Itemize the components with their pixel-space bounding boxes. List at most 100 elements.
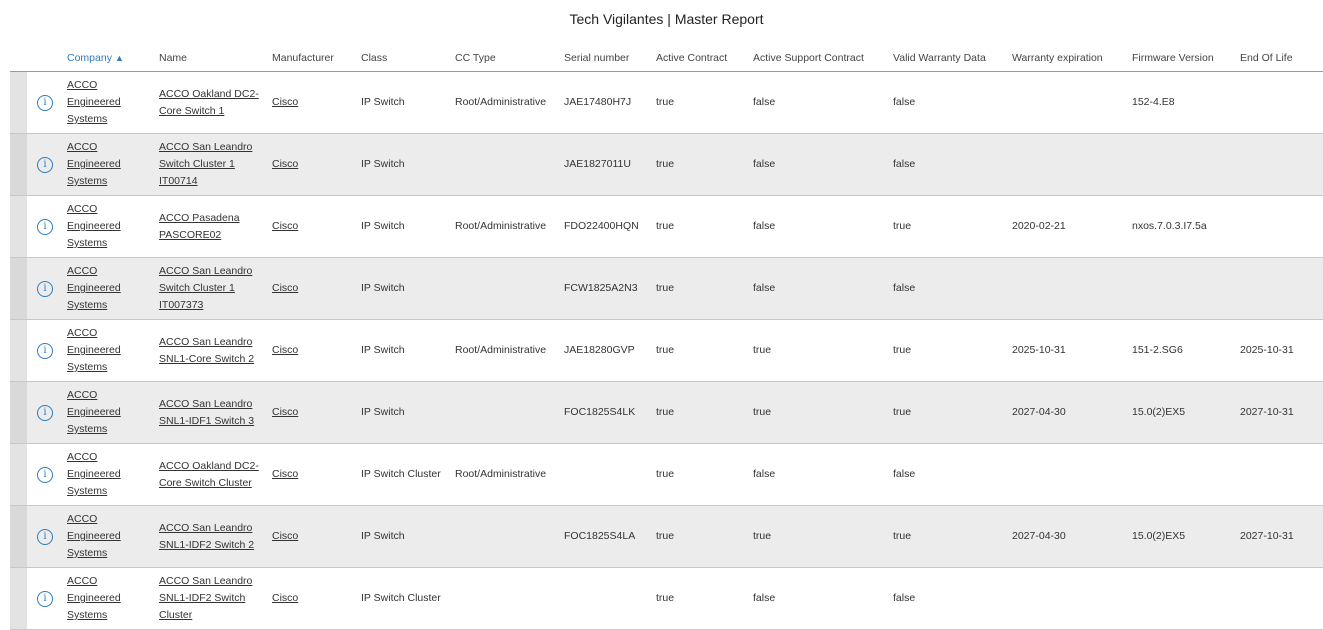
manufacturer-link[interactable]: Cisco bbox=[272, 592, 298, 604]
device-name-line: Switch Cluster 1 bbox=[159, 282, 235, 294]
device-name-link[interactable]: ACCO San Leandro Switch Cluster 1 IT00714 bbox=[159, 139, 272, 190]
device-name-link[interactable]: ACCO San Leandro SNL1-IDF2 Switch Cluster bbox=[159, 573, 272, 624]
manufacturer-link[interactable]: Cisco bbox=[272, 158, 298, 170]
info-circle-icon[interactable]: i bbox=[37, 529, 53, 545]
column-header-active-support-contract[interactable]: Active Support Contract bbox=[753, 44, 893, 72]
company-cell: ACCO Engineered Systems bbox=[67, 257, 159, 320]
info-cell: i bbox=[27, 381, 67, 444]
column-header-cc-type[interactable]: CC Type bbox=[455, 44, 564, 72]
serial-number-cell bbox=[564, 567, 656, 630]
manufacturer-link[interactable]: Cisco bbox=[272, 282, 298, 294]
table-row: i ACCO Engineered Systems ACCO Oakland DC2- C… bbox=[10, 443, 1323, 506]
device-name-link[interactable]: ACCO Oakland DC2- Core Switch 1 bbox=[159, 86, 272, 120]
manufacturer-link[interactable]: Cisco bbox=[272, 220, 298, 232]
firmware-version-cell: 151-2.SG6 bbox=[1132, 319, 1240, 382]
company-link-line: ACCO bbox=[67, 451, 98, 463]
manufacturer-link[interactable]: Cisco bbox=[272, 530, 298, 542]
company-link[interactable]: ACCO Engineered Systems bbox=[67, 449, 159, 500]
manufacturer-link[interactable]: Cisco bbox=[272, 96, 298, 108]
active-support-contract-cell: false bbox=[753, 195, 893, 258]
device-name-link[interactable]: ACCO Oakland DC2- Core Switch Cluster bbox=[159, 458, 272, 492]
name-cell: ACCO Oakland DC2- Core Switch Cluster bbox=[159, 443, 272, 506]
firmware-version-cell: 152-4.E8 bbox=[1132, 71, 1240, 134]
device-name-link[interactable]: ACCO San Leandro SNL1-IDF2 Switch 2 bbox=[159, 520, 272, 554]
column-header-serial-number[interactable]: Serial number bbox=[564, 44, 656, 72]
info-cell: i bbox=[27, 567, 67, 630]
column-header-end-of-life[interactable]: End Of Life bbox=[1240, 44, 1323, 72]
serial-number-cell: FOC1825S4LA bbox=[564, 505, 656, 568]
company-cell: ACCO Engineered Systems bbox=[67, 319, 159, 382]
warranty-expiration-cell bbox=[1012, 443, 1132, 506]
end-of-life-cell bbox=[1240, 133, 1323, 196]
column-header-firmware-version[interactable]: Firmware Version bbox=[1132, 44, 1240, 72]
company-link[interactable]: ACCO Engineered Systems bbox=[67, 511, 159, 562]
column-header-active-contract[interactable]: Active Contract bbox=[656, 44, 753, 72]
company-cell: ACCO Engineered Systems bbox=[67, 505, 159, 568]
company-link-line: ACCO bbox=[67, 265, 98, 277]
class-cell: IP Switch Cluster bbox=[361, 443, 455, 506]
company-link[interactable]: ACCO Engineered Systems bbox=[67, 263, 159, 314]
info-cell: i bbox=[27, 319, 67, 382]
device-name-link[interactable]: ACCO San Leandro Switch Cluster 1 IT007373 bbox=[159, 263, 272, 314]
row-stripe bbox=[10, 381, 27, 444]
serial-number-cell: FOC1825S4LK bbox=[564, 381, 656, 444]
valid-warranty-cell: false bbox=[893, 443, 1012, 506]
warranty-expiration-cell: 2020-02-21 bbox=[1012, 195, 1132, 258]
device-name-link[interactable]: ACCO San Leandro SNL1-IDF1 Switch 3 bbox=[159, 396, 272, 430]
class-cell: IP Switch bbox=[361, 133, 455, 196]
manufacturer-link[interactable]: Cisco bbox=[272, 406, 298, 418]
column-header-company[interactable]: Company ▲ bbox=[67, 44, 159, 72]
serial-number-cell bbox=[564, 443, 656, 506]
company-link-line: Systems bbox=[67, 609, 108, 621]
info-cell: i bbox=[27, 195, 67, 258]
info-circle-icon[interactable]: i bbox=[37, 219, 53, 235]
active-contract-cell: true bbox=[656, 319, 753, 382]
column-header-warranty-expiration[interactable]: Warranty expiration bbox=[1012, 44, 1132, 72]
column-header-valid-warranty-data[interactable]: Valid Warranty Data bbox=[893, 44, 1012, 72]
warranty-expiration-cell bbox=[1012, 133, 1132, 196]
company-link[interactable]: ACCO Engineered Systems bbox=[67, 387, 159, 438]
header-icon-column bbox=[27, 44, 67, 72]
company-link-line: ACCO bbox=[67, 389, 98, 401]
active-support-contract-cell: false bbox=[753, 567, 893, 630]
company-link[interactable]: ACCO Engineered Systems bbox=[67, 77, 159, 128]
company-cell: ACCO Engineered Systems bbox=[67, 567, 159, 630]
info-circle-icon[interactable]: i bbox=[37, 157, 53, 173]
device-name-link[interactable]: ACCO San Leandro SNL1-Core Switch 2 bbox=[159, 334, 272, 368]
info-circle-icon[interactable]: i bbox=[37, 405, 53, 421]
table-row: i ACCO Engineered Systems ACCO San Leandro Sw… bbox=[10, 257, 1323, 320]
company-link-line: ACCO bbox=[67, 327, 98, 339]
company-link[interactable]: ACCO Engineered Systems bbox=[67, 573, 159, 624]
manufacturer-cell: Cisco bbox=[272, 195, 361, 258]
device-name-line: ACCO Oakland DC2- bbox=[159, 87, 259, 100]
device-name-line: Core Switch 1 bbox=[159, 104, 225, 117]
warranty-expiration-cell bbox=[1012, 257, 1132, 320]
device-name-line: SNL1-IDF2 Switch bbox=[159, 592, 246, 604]
device-name-link[interactable]: ACCO Pasadena PASCORE02 bbox=[159, 210, 272, 244]
company-link-line: Engineered bbox=[67, 530, 121, 542]
cc-type-cell: Root/Administrative bbox=[455, 319, 564, 382]
info-circle-icon[interactable]: i bbox=[37, 343, 53, 359]
info-circle-icon[interactable]: i bbox=[37, 591, 53, 607]
info-circle-icon[interactable]: i bbox=[37, 95, 53, 111]
manufacturer-link[interactable]: Cisco bbox=[272, 344, 298, 356]
company-link[interactable]: ACCO Engineered Systems bbox=[67, 139, 159, 190]
column-label-company: Company bbox=[67, 51, 112, 64]
table-row: i ACCO Engineered Systems ACCO Oakland DC2- C… bbox=[10, 71, 1323, 134]
info-circle-icon[interactable]: i bbox=[37, 281, 53, 297]
device-name-line: SNL1-IDF2 Switch 2 bbox=[159, 538, 255, 551]
column-header-manufacturer[interactable]: Manufacturer bbox=[272, 44, 361, 72]
column-header-class[interactable]: Class bbox=[361, 44, 455, 72]
company-link[interactable]: ACCO Engineered Systems bbox=[67, 325, 159, 376]
manufacturer-link[interactable]: Cisco bbox=[272, 468, 298, 480]
device-name-line: ACCO San Leandro bbox=[159, 335, 253, 348]
manufacturer-cell: Cisco bbox=[272, 505, 361, 568]
cc-type-cell bbox=[455, 133, 564, 196]
company-link[interactable]: ACCO Engineered Systems bbox=[67, 201, 159, 252]
info-circle-icon[interactable]: i bbox=[37, 467, 53, 483]
column-header-name[interactable]: Name bbox=[159, 44, 272, 72]
company-link-line: Engineered bbox=[67, 158, 121, 170]
end-of-life-cell bbox=[1240, 195, 1323, 258]
valid-warranty-cell: true bbox=[893, 319, 1012, 382]
manufacturer-cell: Cisco bbox=[272, 133, 361, 196]
